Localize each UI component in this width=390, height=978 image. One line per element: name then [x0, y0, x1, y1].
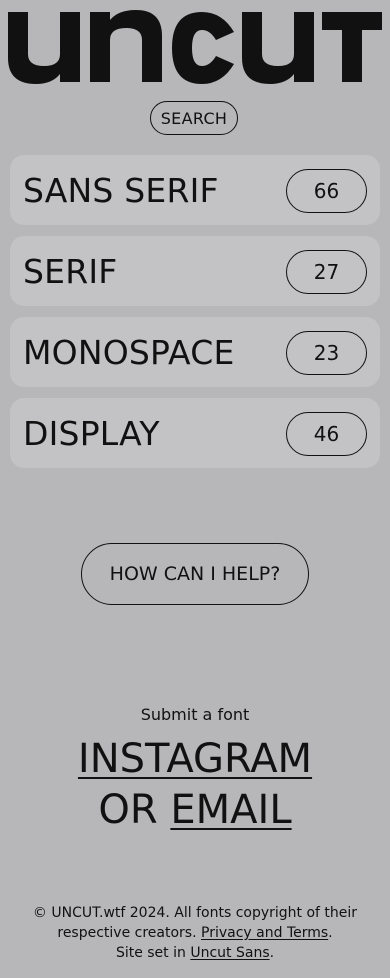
site-set-text: Site set in	[115, 945, 186, 961]
category-name: DISPLAY	[23, 414, 160, 453]
uncut-sans-link[interactable]: Uncut Sans	[190, 945, 269, 961]
category-name: SERIF	[23, 252, 118, 291]
category-count-badge: 23	[286, 331, 367, 375]
site-logo[interactable]	[8, 8, 382, 84]
category-count-badge: 27	[286, 250, 367, 294]
email-link[interactable]: EMAIL	[170, 787, 291, 833]
or-text: OR	[98, 787, 158, 833]
category-name: SANS SERIF	[23, 171, 219, 210]
instagram-link[interactable]: INSTAGRAM	[78, 736, 312, 782]
footer-period: .	[269, 945, 275, 961]
uncut-wordmark	[8, 10, 382, 84]
search-button-label: SEARCH	[160, 108, 228, 128]
category-sans-serif[interactable]: SANS SERIF 66	[10, 155, 380, 225]
instagram-row: INSTAGRAM	[0, 737, 390, 781]
category-count-badge: 46	[286, 412, 367, 456]
category-display[interactable]: DISPLAY 46	[10, 398, 380, 468]
help-button-label: HOW CAN I HELP?	[109, 563, 281, 585]
footer-period: .	[328, 925, 333, 941]
footer: © UNCUT.wtf 2024. All fonts copyright of…	[20, 903, 370, 963]
submit-font-label: Submit a font	[140, 705, 250, 724]
email-row: OR EMAIL	[0, 788, 390, 832]
search-button[interactable]: SEARCH	[150, 101, 238, 135]
category-count-badge: 66	[286, 169, 367, 213]
privacy-terms-link[interactable]: Privacy and Terms	[201, 925, 328, 941]
category-monospace[interactable]: MONOSPACE 23	[10, 317, 380, 387]
category-name: MONOSPACE	[23, 333, 235, 372]
help-button[interactable]: HOW CAN I HELP?	[81, 543, 309, 605]
category-serif[interactable]: SERIF 27	[10, 236, 380, 306]
category-list: SANS SERIF 66 SERIF 27 MONOSPACE 23 DISP…	[10, 155, 380, 479]
